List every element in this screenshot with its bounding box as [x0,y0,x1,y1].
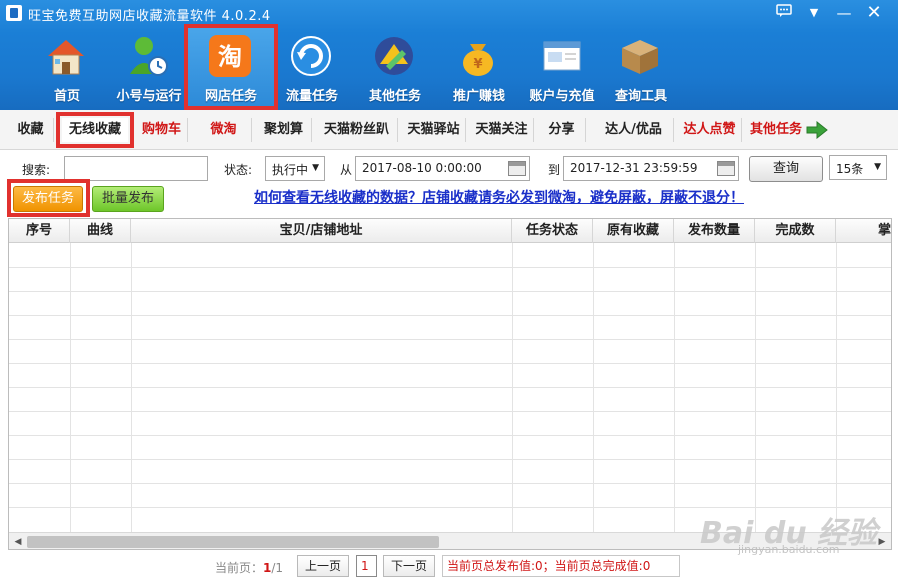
page-summary: 当前页总发布值:0；当前页总完成值:0 [442,555,680,577]
col-curve[interactable]: 曲线 [70,219,131,243]
tab-other-tasks[interactable]: 其他任务 [746,118,806,142]
scroll-left-icon[interactable]: ◀ [11,535,25,549]
refresh-icon [289,34,333,78]
col-index[interactable]: 序号 [9,219,70,243]
chevron-down-icon: ▼ [874,162,881,172]
tab-mobile-favorite[interactable]: 无线收藏 [56,112,134,148]
close-icon[interactable]: ✕ [862,3,886,23]
calendar-icon[interactable] [508,161,526,176]
publish-task-button[interactable]: 发布任务 [13,186,83,212]
box-icon [618,34,662,78]
query-button[interactable]: 查询 [749,156,823,182]
pagination: 当前页：1/1 上一页 1 下一页 当前页总发布值:0；当前页总完成值:0 [0,552,898,582]
feedback-icon[interactable] [772,3,796,23]
home-icon [44,34,88,78]
title-bar: 旺宝免费互助网店收藏流量软件 4.0.2.4 ▼ — ✕ [0,0,898,26]
toolbar-query-tools[interactable]: 查询工具 [602,28,680,106]
col-publish-count[interactable]: 发布数量 [674,219,755,243]
tab-influencer[interactable]: 达人/优品 [594,118,674,142]
toolbar-account-recharge[interactable]: 账户与充值 [520,28,604,106]
tab-juhuasuan[interactable]: 聚划算 [256,118,312,142]
prev-page-button[interactable]: 上一页 [297,555,349,577]
app-header: 旺宝免费互助网店收藏流量软件 4.0.2.4 ▼ — ✕ 首页 小号与运行 淘 … [0,0,898,110]
help-notice-link[interactable]: 如何查看无线收藏的数据？店铺收藏请务必发到微淘，避免屏蔽，屏蔽不退分！ [254,187,744,207]
batch-publish-button[interactable]: 批量发布 [92,186,164,212]
app-title: 旺宝免费互助网店收藏流量软件 4.0.2.4 [28,9,271,24]
next-page-button[interactable]: 下一页 [383,555,435,577]
col-status[interactable]: 任务状态 [512,219,593,243]
from-label: 从 [340,163,353,177]
to-date-picker[interactable]: 2017-12-31 23:59:59 [563,156,739,181]
tab-tmall-fans[interactable]: 天猫粉丝趴 [316,118,398,142]
col-url[interactable]: 宝贝/店铺地址 [131,219,512,243]
tasks-icon [372,34,416,78]
scroll-thumb[interactable] [27,536,439,548]
tab-favorite[interactable]: 收藏 [8,118,54,142]
tab-tmall-follow[interactable]: 天猫关注 [470,118,534,142]
app-logo-icon [6,5,22,21]
svg-text:¥: ¥ [473,57,482,72]
tab-share[interactable]: 分享 [538,118,586,142]
minimize-icon[interactable]: — [832,3,856,23]
filter-bar: 搜索: 状态: 执行中 ▼ 从 2017-08-10 0:00:00 到 201… [0,152,898,186]
search-input[interactable] [64,156,208,181]
tab-tmall-station[interactable]: 天猫驿站 [402,118,466,142]
chevron-down-icon: ▼ [312,163,319,173]
task-table: 序号 曲线 宝贝/店铺地址 任务状态 原有收藏 发布数量 完成数 掌 ◀ ▶ [8,218,892,550]
main-toolbar: 首页 小号与运行 淘 网店任务 流量任务 其他任务 ¥ 推广赚钱 账户与充值 查… [0,24,898,110]
tab-cart[interactable]: 购物车 [136,118,188,142]
page-size-select[interactable]: 15条 ▼ [829,155,887,180]
toolbar-home[interactable]: 首页 [28,28,106,106]
current-page-label: 当前页： [215,561,264,575]
calendar-icon[interactable] [717,161,735,176]
page-number-box[interactable]: 1 [356,555,377,577]
col-original-favorites[interactable]: 原有收藏 [593,219,674,243]
account-icon [540,34,584,78]
arrow-right-icon[interactable] [806,120,828,142]
user-run-icon [126,34,170,78]
search-label: 搜索: [22,163,51,177]
menu-dropdown-icon[interactable]: ▼ [802,3,826,23]
to-label: 到 [548,163,561,177]
money-bag-icon: ¥ [456,34,500,78]
tab-weitao[interactable]: 微淘 [196,118,252,142]
task-category-tabs: 收藏 无线收藏 购物车 微淘 聚划算 天猫粉丝趴 天猫驿站 天猫关注 分享 达人… [0,110,898,150]
svg-text:淘: 淘 [218,43,242,71]
from-date-picker[interactable]: 2017-08-10 0:00:00 [355,156,530,181]
toolbar-other-tasks[interactable]: 其他任务 [356,28,434,106]
toolbar-promote-earn[interactable]: ¥ 推广赚钱 [440,28,518,106]
total-pages: /1 [271,561,284,575]
table-header: 序号 曲线 宝贝/店铺地址 任务状态 原有收藏 发布数量 完成数 掌 [9,219,891,243]
status-label: 状态: [224,163,253,177]
tab-influencer-like[interactable]: 达人点赞 [678,118,742,142]
status-select[interactable]: 执行中 ▼ [265,156,325,181]
watermark-url: jingyan.baidu.com [738,543,840,556]
col-complete-count[interactable]: 完成数 [755,219,836,243]
col-more[interactable]: 掌 [836,219,891,243]
toolbar-accounts-run[interactable]: 小号与运行 [110,28,188,106]
taobao-icon: 淘 [208,34,252,78]
toolbar-traffic-tasks[interactable]: 流量任务 [273,28,351,106]
toolbar-shop-tasks[interactable]: 淘 网店任务 [184,24,278,110]
